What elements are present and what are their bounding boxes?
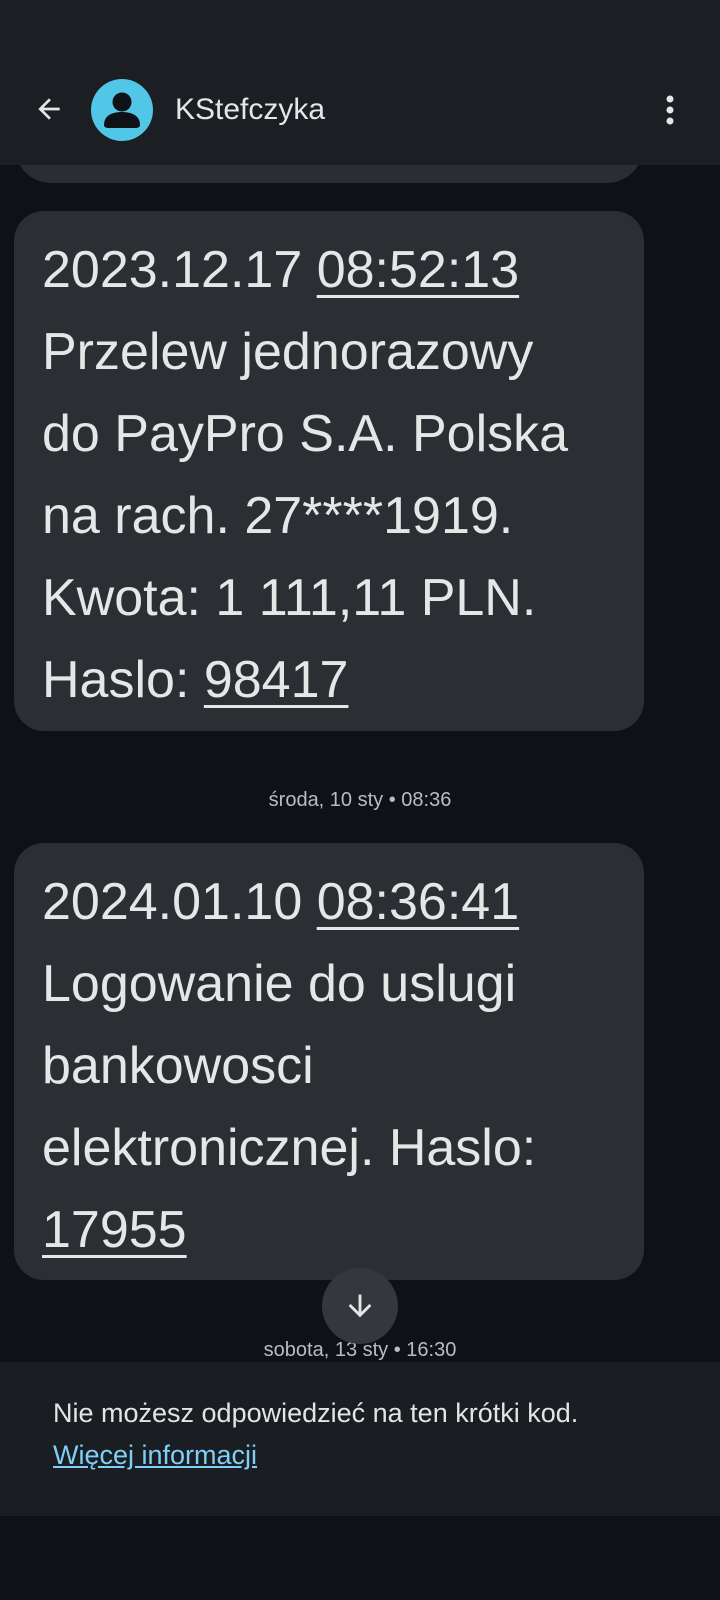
arrow-down-icon [348,1294,372,1318]
message-bubble[interactable]: 2023.12.17 08:52:13 Przelew jednorazowy … [14,211,644,731]
reply-disabled-banner [0,1362,720,1516]
time-link[interactable]: 08:36:41 [317,873,519,931]
message-bubble[interactable]: 2024.01.10 08:36:41 Logowanie do uslugi … [14,843,644,1280]
person-icon [104,92,140,128]
reply-disabled-notice: Nie możesz odpowiedzieć na ten krótki ko… [53,1398,579,1428]
more-vert-icon [666,95,674,125]
message-line: 17955 [42,1189,616,1271]
message-line: 2023.12.17 08:52:13 [42,241,520,299]
more-options-button[interactable] [650,88,690,132]
contact-name[interactable]: KStefczyka [175,90,325,130]
message-line: Haslo: 98417 [42,651,349,709]
message-line: Kwota: 1 111,11 PLN. [42,569,537,627]
message-line: Przelew jednorazowy [42,323,534,381]
message-line: do PayPro S.A. Polska [42,405,569,463]
message-line: bankowosci [42,1037,314,1095]
message-line: 2024.01.10 08:36:41 [42,873,520,931]
code-link[interactable]: 98417 [204,651,349,709]
date-separator: środa, 10 sty • 08:36 [268,789,452,811]
message-line: elektronicznej. Haslo: [42,1119,537,1177]
message-line: na rach. 27****1919. [42,487,514,545]
message-line: Logowanie do uslugi [42,955,517,1013]
more-info-link[interactable]: Więcej informacji [53,1440,257,1471]
contact-avatar[interactable] [91,79,153,141]
conversation-header: KStefczyka [0,0,720,165]
time-link[interactable]: 08:52:13 [317,241,519,299]
back-button[interactable] [26,86,72,132]
code-link[interactable]: 17955 [42,1201,187,1259]
scroll-to-bottom-button[interactable] [322,1268,398,1344]
arrow-back-icon [38,98,60,120]
